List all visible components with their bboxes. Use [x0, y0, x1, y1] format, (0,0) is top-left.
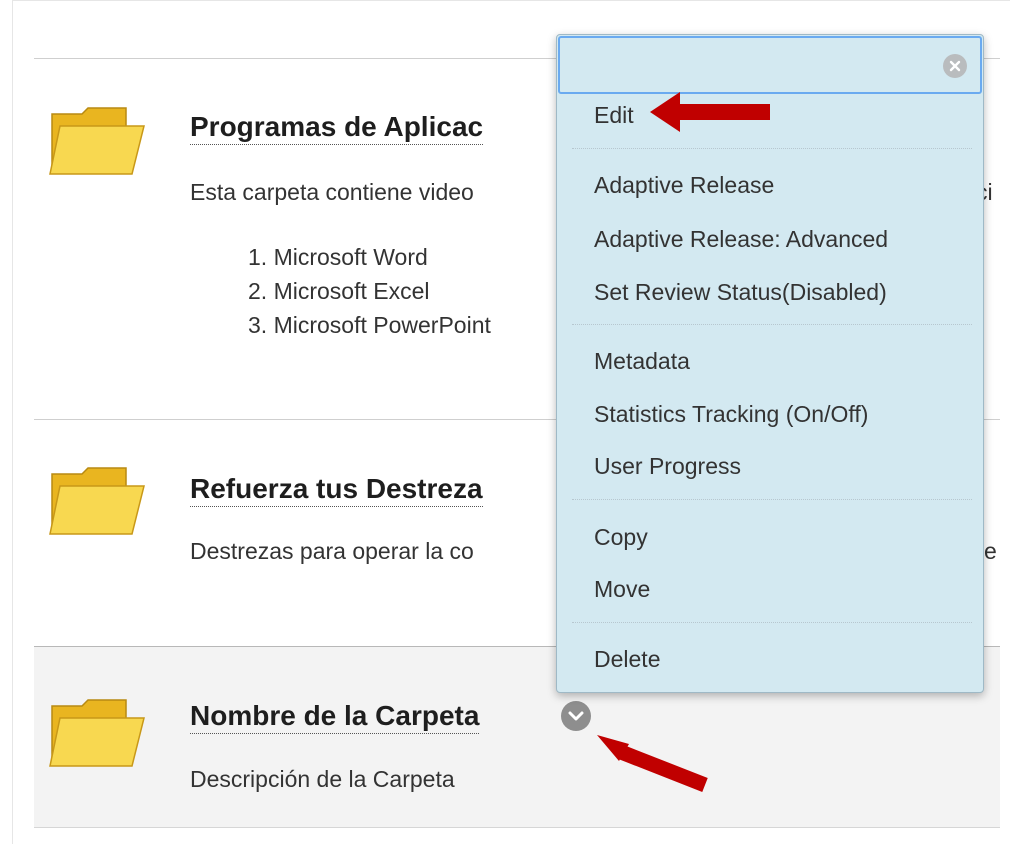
annotation-arrow-edit-icon	[650, 92, 770, 132]
annotation-arrows	[597, 92, 770, 792]
annotation-arrow-options-icon	[597, 735, 708, 792]
